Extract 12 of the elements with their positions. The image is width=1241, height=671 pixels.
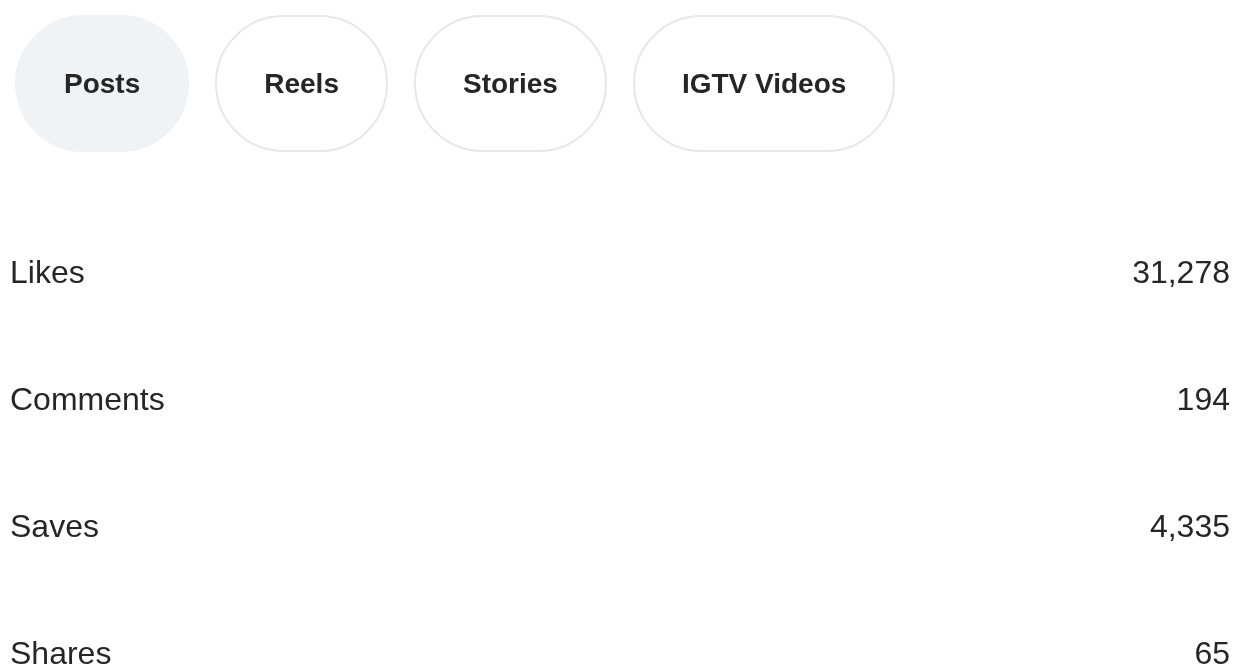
metric-value: 4,335 [1149, 508, 1230, 545]
tab[interactable]: Reels [215, 15, 388, 152]
metric-label: Comments [10, 381, 165, 418]
tab[interactable]: Stories [413, 15, 607, 152]
metric-value: 194 [1176, 381, 1230, 418]
metric-label: Likes [10, 254, 85, 291]
metric-label: Saves [10, 508, 99, 545]
metric-value: 31,278 [1132, 254, 1230, 291]
tab[interactable]: IGTV Videos [632, 15, 896, 152]
metric-label: Shares [10, 635, 112, 671]
metric-value: 65 [1194, 635, 1230, 671]
tab[interactable]: Posts [15, 15, 190, 152]
